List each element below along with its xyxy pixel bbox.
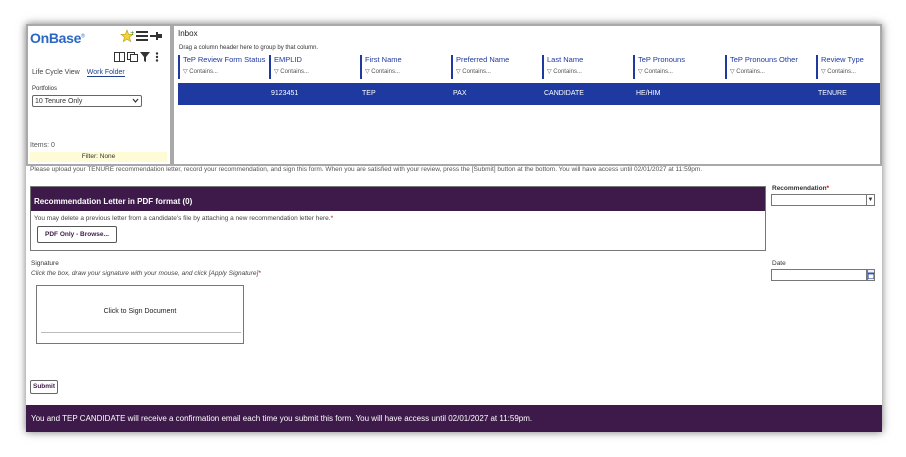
filter-icon: ▽ xyxy=(547,69,552,75)
list-view-icon[interactable] xyxy=(136,31,148,41)
top-region: OnBase® + Life Cycle View Work Folder Po… xyxy=(26,24,882,166)
filter-status: Filter: None xyxy=(30,152,167,162)
review-form: Please upload your TENURE recommendation… xyxy=(26,166,882,432)
date-input[interactable] xyxy=(771,269,867,281)
recommendation-letter-section: Recommendation Letter in PDF format (0) … xyxy=(30,186,766,251)
column-filter[interactable]: ▽ Contains... xyxy=(547,67,583,77)
table-cell: 9123451 xyxy=(271,90,299,97)
column-header[interactable]: Preferred Name ▽ Contains... xyxy=(451,55,509,79)
inbox-panel: Inbox Drag a column header here to group… xyxy=(174,26,880,164)
column-filter[interactable]: ▽ Contains... xyxy=(821,67,864,77)
filter-icon: ▽ xyxy=(274,69,279,75)
columns-icon[interactable] xyxy=(114,52,125,62)
signature-pad[interactable]: Click to Sign Document xyxy=(36,285,244,344)
column-header[interactable]: First Name ▽ Contains... xyxy=(360,55,402,79)
column-filter[interactable]: ▽ Contains... xyxy=(456,67,509,77)
filter-icon[interactable] xyxy=(140,52,150,62)
form-instructions: Please upload your TENURE recommendation… xyxy=(30,166,703,173)
table-cell: PAX xyxy=(453,90,467,97)
column-header[interactable]: Last Name ▽ Contains... xyxy=(542,55,583,79)
tab-life-cycle-view[interactable]: Life Cycle View xyxy=(32,69,80,77)
tab-work-folder[interactable]: Work Folder xyxy=(86,69,125,77)
items-count: Items: 0 xyxy=(30,142,55,149)
table-cell: HE/HIM xyxy=(636,90,661,97)
left-panel: OnBase® + Life Cycle View Work Folder Po… xyxy=(28,26,170,164)
app-window: OnBase® + Life Cycle View Work Folder Po… xyxy=(26,24,882,432)
signature-hint: Click the box, draw your signature with … xyxy=(31,270,261,277)
section-heading: Recommendation Letter in PDF format (0) xyxy=(31,187,765,211)
add-star-icon[interactable]: + xyxy=(120,29,134,43)
column-filter[interactable]: ▽ Contains... xyxy=(638,67,685,77)
filter-icon: ▽ xyxy=(730,69,735,75)
svg-text:+: + xyxy=(130,30,134,37)
filter-icon: ▽ xyxy=(183,69,188,75)
inbox-title: Inbox xyxy=(178,29,198,38)
column-header[interactable]: TeP Review Form Status ▽ Contains... xyxy=(178,55,265,79)
recommendation-select[interactable]: ▼ xyxy=(771,194,875,206)
pages-icon[interactable] xyxy=(127,52,138,62)
column-header[interactable]: EMPLID ▽ Contains... xyxy=(269,55,309,79)
filter-icon: ▽ xyxy=(638,69,643,75)
confirmation-footer: You and TEP CANDIDATE will receive a con… xyxy=(26,405,882,432)
filter-icon: ▽ xyxy=(456,69,461,75)
rec-letter-text: You may delete a previous letter from a … xyxy=(34,215,334,222)
signature-label: Signature xyxy=(31,260,59,267)
pin-icon[interactable] xyxy=(150,31,162,41)
view-tabs: Life Cycle View Work Folder xyxy=(32,69,125,77)
chevron-down-icon xyxy=(132,98,139,105)
filter-icon: ▽ xyxy=(365,69,370,75)
column-filter[interactable]: ▽ Contains... xyxy=(730,67,798,77)
table-cell: TEP xyxy=(362,90,376,97)
filter-icon: ▽ xyxy=(821,69,826,75)
column-filter[interactable]: ▽ Contains... xyxy=(365,67,402,77)
sign-prompt: Click to Sign Document xyxy=(103,308,177,315)
submit-button[interactable]: Submit xyxy=(30,380,58,394)
group-hint: Drag a column header here to group by th… xyxy=(179,45,319,51)
table-row[interactable]: 9123451 TEP PAX CANDIDATE HE/HIM TENURE xyxy=(178,83,880,105)
signature-line xyxy=(41,332,241,333)
date-label: Date xyxy=(772,260,786,267)
browse-pdf-button[interactable]: PDF Only - Browse... xyxy=(37,226,117,243)
portfolio-select[interactable]: 10 Tenure Only xyxy=(32,95,142,107)
column-filter[interactable]: ▽ Contains... xyxy=(274,67,309,77)
column-filter[interactable]: ▽ Contains... xyxy=(183,67,265,77)
table-cell: TENURE xyxy=(818,90,847,97)
column-header[interactable]: TeP Pronouns ▽ Contains... xyxy=(633,55,685,79)
chevron-down-icon: ▼ xyxy=(866,195,874,205)
calendar-icon[interactable] xyxy=(867,269,875,281)
column-header[interactable]: Review Type ▽ Contains... xyxy=(816,55,864,79)
column-header[interactable]: TeP Pronouns Other ▽ Contains... xyxy=(725,55,798,79)
portfolios-label: Portfolios xyxy=(32,86,58,92)
recommendation-label: Recommendation* xyxy=(772,185,830,192)
more-options-icon[interactable] xyxy=(154,52,160,62)
table-cell: CANDIDATE xyxy=(544,90,584,97)
onbase-logo: OnBase® xyxy=(30,30,85,46)
